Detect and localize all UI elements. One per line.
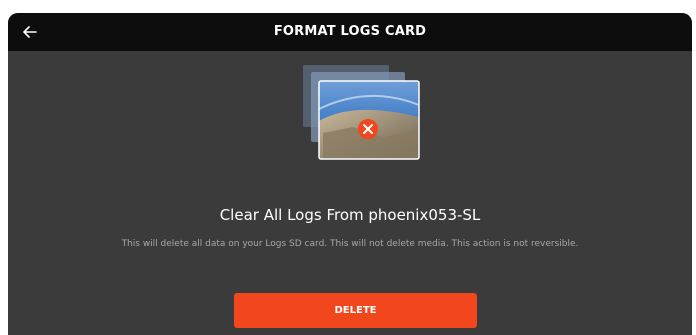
confirmation-heading: Clear All Logs From phoenix053-SL: [219, 206, 481, 224]
back-button[interactable]: [16, 18, 44, 46]
header-bar: FORMAT LOGS CARD: [8, 13, 692, 51]
format-logs-screen: FORMAT LOGS CARD Clear All Logs From pho…: [8, 13, 692, 335]
delete-button[interactable]: DELETE: [234, 293, 477, 328]
arrow-left-icon: [23, 26, 37, 38]
warning-description: This will delete all data on your Logs S…: [121, 239, 579, 249]
page-title: FORMAT LOGS CARD: [273, 24, 427, 39]
sd-card-images-illustration: [303, 65, 420, 160]
delete-x-icon: [358, 119, 378, 139]
